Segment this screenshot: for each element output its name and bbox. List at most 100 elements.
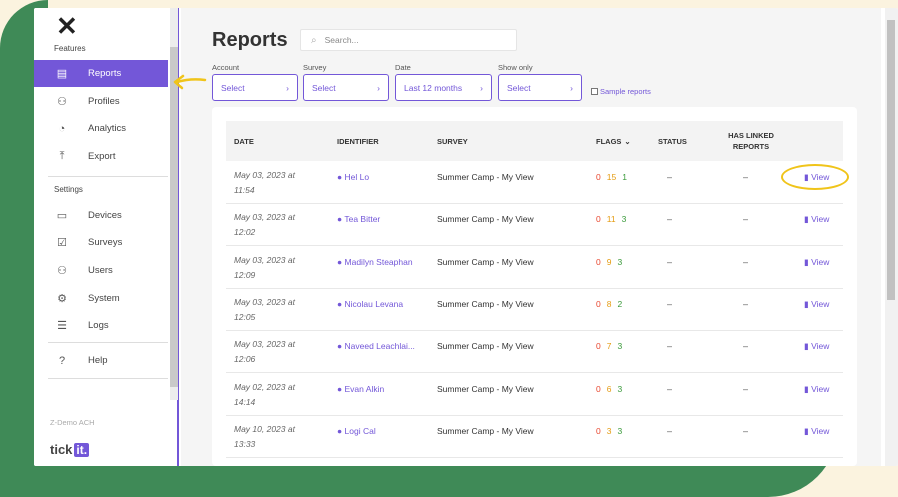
row-linked: – bbox=[743, 256, 749, 267]
account-select[interactable]: Select › bbox=[212, 74, 298, 101]
row-date: May 03, 2023 at 12:06 bbox=[234, 339, 295, 365]
flag-amber-count: 9 bbox=[606, 256, 612, 267]
row-linked: – bbox=[743, 172, 749, 182]
highlight-circle bbox=[781, 164, 849, 190]
row-status: – bbox=[667, 172, 673, 182]
gear-icon: ⚙ bbox=[57, 293, 67, 305]
flag-red-count: 0 bbox=[596, 383, 601, 394]
sidebar-item-devices[interactable]: ▭ Devices bbox=[34, 202, 168, 229]
search-placeholder: Search... bbox=[324, 35, 359, 45]
flag-red-count: 0 bbox=[596, 214, 601, 225]
view-link[interactable]: ▮ View bbox=[804, 384, 829, 395]
flag-amber-count: 8 bbox=[606, 298, 612, 309]
table-row[interactable]: May 02, 2023 at 14:14 ● Evan Alkin Summer … bbox=[226, 374, 843, 416]
filter-label-account: Account bbox=[212, 63, 240, 72]
document-icon: ▮ bbox=[804, 341, 809, 352]
view-link[interactable]: ▮ View bbox=[804, 214, 829, 225]
person-icon: ● bbox=[337, 214, 343, 225]
row-identifier[interactable]: ● Nicolau Levana bbox=[337, 299, 403, 309]
close-icon[interactable]: ✕ bbox=[56, 13, 78, 39]
table-row[interactable]: May 03, 2023 at 12:05 ● Nicolau Levana Sum… bbox=[226, 289, 843, 331]
column-header-linked[interactable]: HAS LINKED REPORTS bbox=[721, 121, 781, 161]
sample-reports-checkbox[interactable]: Sample reports bbox=[591, 87, 651, 96]
arrow-annotation-icon bbox=[173, 74, 207, 90]
row-survey: Summer Camp - My View bbox=[437, 256, 534, 267]
document-icon: ▮ bbox=[804, 214, 809, 225]
flag-amber-count: 3 bbox=[606, 425, 612, 436]
profile-icon: ⚇ bbox=[57, 96, 67, 108]
sidebar-item-label: Users bbox=[88, 265, 113, 276]
checkbox-box[interactable] bbox=[591, 88, 598, 95]
survey-select[interactable]: Select › bbox=[303, 74, 389, 101]
sidebar-item-profiles[interactable]: ⚇ Profiles bbox=[34, 88, 168, 115]
row-flags: 082 bbox=[596, 299, 622, 309]
row-flags: 063 bbox=[596, 384, 622, 394]
chevron-down-icon: ⌄ bbox=[624, 136, 631, 146]
column-header-status[interactable]: STATUS bbox=[658, 121, 687, 161]
tickit-logo: tick it. bbox=[50, 442, 90, 457]
flag-green-count: 3 bbox=[621, 214, 627, 225]
device-icon: ▭ bbox=[56, 210, 68, 222]
flag-amber-count: 11 bbox=[606, 214, 616, 225]
flag-red-count: 0 bbox=[596, 172, 601, 182]
sidebar-scrollbar-thumb[interactable] bbox=[170, 47, 178, 387]
table-row[interactable]: May 03, 2023 at 12:02 ● Tea Bitter Summer … bbox=[226, 204, 843, 247]
sidebar-item-label: Devices bbox=[88, 210, 122, 221]
sidebar-item-surveys[interactable]: ☑ Surveys bbox=[34, 229, 168, 256]
row-date: May 10, 2023 at 13:33 bbox=[234, 423, 295, 449]
sidebar-item-system[interactable]: ⚙ System bbox=[34, 285, 168, 312]
row-identifier[interactable]: ● Hel Lo bbox=[337, 172, 369, 182]
sidebar-item-logs[interactable]: ☰ Logs bbox=[34, 312, 168, 339]
sidebar-item-export[interactable]: ⤒ Export bbox=[34, 143, 168, 170]
row-identifier[interactable]: ● Madilyn Steaphan bbox=[337, 257, 413, 267]
sidebar-item-reports[interactable]: ▤ Reports bbox=[34, 60, 168, 87]
table-row[interactable]: May 03, 2023 at 12:09 ● Madilyn Steaphan S… bbox=[226, 247, 843, 289]
view-link[interactable]: ▮ View bbox=[804, 257, 829, 268]
row-date: May 03, 2023 at 12:09 bbox=[234, 254, 295, 280]
row-linked: – bbox=[743, 383, 749, 394]
view-link[interactable]: ▮ View bbox=[804, 426, 829, 437]
document-icon: ▮ bbox=[804, 425, 809, 436]
row-identifier[interactable]: ● Evan Alkin bbox=[337, 384, 384, 394]
document-icon: ▮ bbox=[804, 298, 809, 309]
row-date: May 02, 2023 at 14:14 bbox=[234, 381, 295, 407]
row-flags: 0 11 3 bbox=[596, 214, 626, 224]
row-status: – bbox=[667, 341, 673, 352]
row-status: – bbox=[667, 256, 673, 267]
sidebar-item-label: Logs bbox=[88, 320, 109, 331]
column-header-date[interactable]: DATE bbox=[234, 121, 254, 161]
row-identifier[interactable]: ● Tea Bitter bbox=[337, 214, 380, 224]
sidebar-divider bbox=[48, 342, 168, 343]
person-icon: ● bbox=[337, 256, 343, 267]
view-link[interactable]: ▮ View bbox=[804, 341, 829, 352]
sidebar-item-label: Reports bbox=[88, 68, 122, 79]
table-row[interactable]: May 10, 2023 at 13:33 ● Logi Cal Summer Ca… bbox=[226, 416, 843, 458]
document-icon: ▮ bbox=[804, 383, 809, 394]
table-row[interactable]: May 03, 2023 at 11:54 ● Hel Lo Summer Camp… bbox=[226, 162, 843, 204]
sidebar-item-help[interactable]: ? Help bbox=[34, 347, 168, 374]
sidebar-item-analytics[interactable]: ◔ Analytics bbox=[34, 115, 168, 142]
filter-label-date: Date bbox=[395, 63, 411, 72]
reports-icon: ▤ bbox=[56, 68, 68, 80]
row-identifier[interactable]: ● Naveed Leachlai... bbox=[337, 341, 415, 351]
date-select[interactable]: Last 12 months › bbox=[395, 74, 492, 101]
row-linked: – bbox=[743, 298, 749, 309]
chevron-right-icon: › bbox=[570, 82, 573, 93]
table-header: DATE IDENTIFIER SURVEY FLAGS ⌄ STATUS HAS… bbox=[226, 121, 843, 161]
main-scrollbar-thumb[interactable] bbox=[887, 20, 895, 300]
column-header-survey[interactable]: SURVEY bbox=[437, 121, 468, 161]
flag-red-count: 0 bbox=[596, 425, 601, 436]
table-row[interactable]: May 03, 2023 at 12:06 ● Naveed Leachlai..… bbox=[226, 331, 843, 374]
row-flags: 093 bbox=[596, 257, 622, 267]
sidebar-item-users[interactable]: ⚇ Users bbox=[34, 257, 168, 284]
row-identifier[interactable]: ● Logi Cal bbox=[337, 426, 376, 436]
show-only-select[interactable]: Select › bbox=[498, 74, 582, 101]
search-input[interactable]: ⌕ Search... bbox=[300, 29, 517, 51]
view-link[interactable]: ▮ View bbox=[804, 299, 829, 310]
flag-red-count: 0 bbox=[596, 256, 601, 267]
filter-label-survey: Survey bbox=[303, 63, 327, 72]
sidebar-item-label: Surveys bbox=[88, 237, 123, 248]
column-header-identifier[interactable]: IDENTIFIER bbox=[337, 121, 379, 161]
column-header-flags[interactable]: FLAGS ⌄ bbox=[596, 121, 631, 161]
row-status: – bbox=[667, 214, 673, 225]
